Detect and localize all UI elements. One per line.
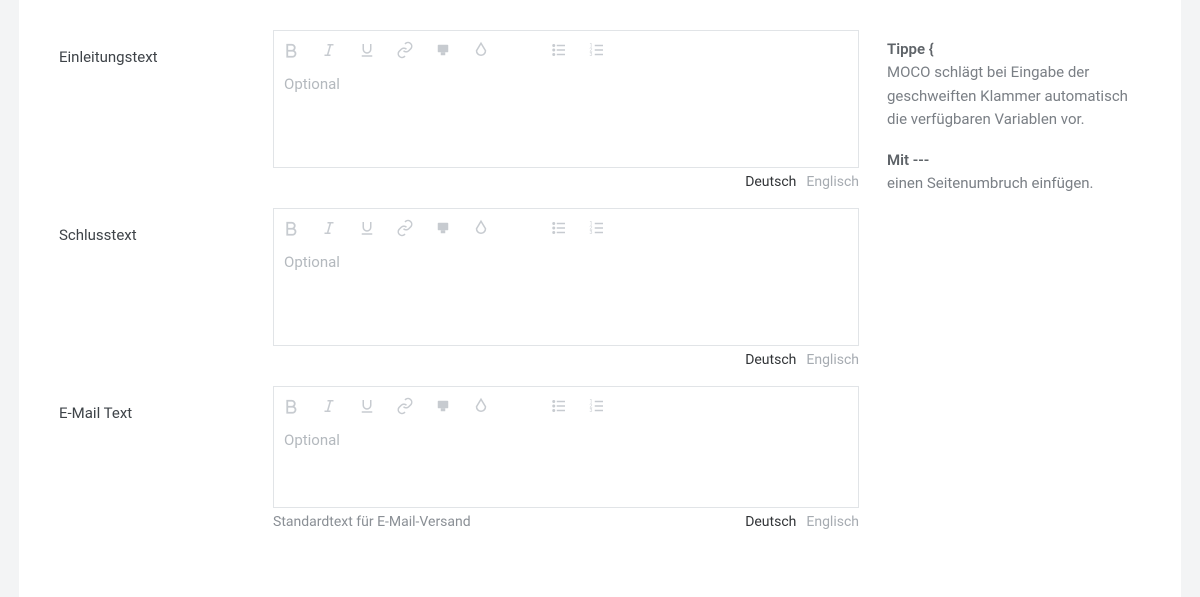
bullet-list-icon[interactable]	[550, 397, 568, 415]
field-body-intro: 123 Optional Deutsch Englisch	[273, 30, 859, 190]
form-column: Einleitungstext	[59, 30, 859, 567]
italic-icon[interactable]	[320, 397, 338, 415]
color-icon[interactable]	[472, 397, 490, 415]
lang-tab-en[interactable]: Englisch	[806, 174, 859, 190]
link-icon[interactable]	[396, 397, 414, 415]
field-label-email: E-Mail Text	[59, 386, 249, 422]
color-icon[interactable]	[472, 219, 490, 237]
hint-brace-body: MOCO schlägt bei Eingabe der geschweifte…	[887, 61, 1141, 131]
hint-brace-lead: Tippe {	[887, 38, 1141, 61]
hint-column: Tippe { MOCO schlägt bei Eingabe der ges…	[887, 30, 1141, 567]
field-body-email: 123 Optional Standardtext für E-Mail-Ver…	[273, 386, 859, 530]
lang-tabs-intro: Deutsch Englisch	[745, 174, 859, 190]
ordered-list-icon[interactable]: 123	[588, 219, 606, 237]
italic-icon[interactable]	[320, 41, 338, 59]
hint-dash: Mit --- einen Seitenumbruch einfügen.	[887, 149, 1141, 196]
hint-dash-lead: Mit ---	[887, 149, 1141, 172]
editor-intro: 123 Optional	[273, 30, 859, 168]
ordered-list-icon[interactable]: 123	[588, 397, 606, 415]
field-footer-intro: Deutsch Englisch	[273, 168, 859, 190]
field-note-email: Standardtext für E-Mail-Versand	[273, 514, 471, 530]
svg-text:3: 3	[590, 230, 593, 236]
lang-tab-en[interactable]: Englisch	[806, 352, 859, 368]
svg-text:3: 3	[590, 408, 593, 414]
field-footer-closing: Deutsch Englisch	[273, 346, 859, 368]
field-closing: Schlusstext	[59, 208, 859, 368]
field-email: E-Mail Text	[59, 386, 859, 530]
lang-tabs-email: Deutsch Englisch	[745, 514, 859, 530]
highlight-icon[interactable]	[434, 397, 452, 415]
lang-tab-de[interactable]: Deutsch	[745, 174, 796, 190]
toolbar-intro: 123	[274, 31, 858, 67]
bold-icon[interactable]	[282, 219, 300, 237]
svg-text:3: 3	[590, 52, 593, 58]
editor-closing: 123 Optional	[273, 208, 859, 346]
underline-icon[interactable]	[358, 41, 376, 59]
bullet-list-icon[interactable]	[550, 41, 568, 59]
underline-icon[interactable]	[358, 397, 376, 415]
field-intro: Einleitungstext	[59, 30, 859, 190]
lang-tab-de[interactable]: Deutsch	[745, 352, 796, 368]
bold-icon[interactable]	[282, 41, 300, 59]
editor-email: 123 Optional	[273, 386, 859, 508]
field-label-intro: Einleitungstext	[59, 30, 249, 66]
link-icon[interactable]	[396, 219, 414, 237]
highlight-icon[interactable]	[434, 219, 452, 237]
link-icon[interactable]	[396, 41, 414, 59]
italic-icon[interactable]	[320, 219, 338, 237]
ordered-list-icon[interactable]: 123	[588, 41, 606, 59]
bullet-list-icon[interactable]	[550, 219, 568, 237]
toolbar-email: 123	[274, 387, 858, 423]
underline-icon[interactable]	[358, 219, 376, 237]
highlight-icon[interactable]	[434, 41, 452, 59]
lang-tab-en[interactable]: Englisch	[806, 514, 859, 530]
lang-tab-de[interactable]: Deutsch	[745, 514, 796, 530]
field-label-closing: Schlusstext	[59, 208, 249, 244]
hint-brace: Tippe { MOCO schlägt bei Eingabe der ges…	[887, 38, 1141, 131]
color-icon[interactable]	[472, 41, 490, 59]
editor-textarea-intro[interactable]: Optional	[274, 67, 858, 167]
editor-textarea-email[interactable]: Optional	[274, 423, 858, 507]
bold-icon[interactable]	[282, 397, 300, 415]
hint-dash-body: einen Seitenumbruch einfügen.	[887, 172, 1141, 195]
form-panel: Einleitungstext	[19, 0, 1181, 597]
editor-textarea-closing[interactable]: Optional	[274, 245, 858, 345]
toolbar-closing: 123	[274, 209, 858, 245]
lang-tabs-closing: Deutsch Englisch	[745, 352, 859, 368]
field-body-closing: 123 Optional Deutsch Englisch	[273, 208, 859, 368]
field-footer-email: Standardtext für E-Mail-Versand Deutsch …	[273, 508, 859, 530]
